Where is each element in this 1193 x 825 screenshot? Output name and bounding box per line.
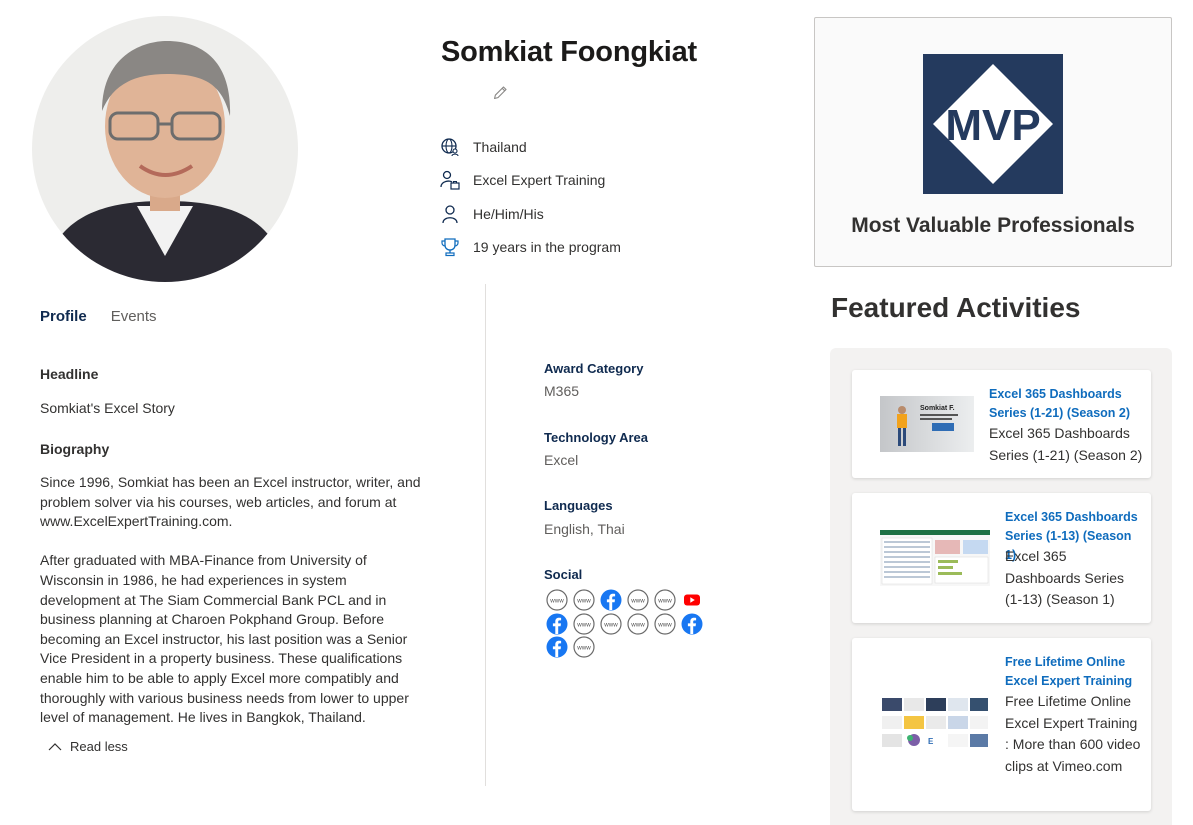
chevron-up-icon: [48, 742, 62, 750]
www-icon[interactable]: www: [654, 589, 676, 611]
fact-tenure: 19 years in the program: [440, 231, 621, 265]
mvp-card-title: Most Valuable Professionals: [851, 214, 1135, 237]
social-heading: Social: [544, 567, 583, 582]
fact-pronouns: He/Him/His: [440, 197, 621, 231]
fact-company: Excel Expert Training: [440, 164, 621, 198]
headline-heading: Headline: [40, 366, 99, 382]
mvp-logo-text: MVP: [945, 101, 1040, 150]
tenure-text: 19 years in the program: [473, 239, 621, 256]
profile-facts: Thailand Excel Expert Training He/Him/Hi…: [440, 130, 621, 264]
fact-country: Thailand: [440, 130, 621, 164]
languages-value: English, Thai: [544, 521, 625, 537]
person-briefcase-icon: [440, 170, 460, 190]
activity-card[interactable]: Excel 365 Dashboards Series (1-13) (Seas…: [852, 493, 1151, 623]
svg-text:www: www: [657, 597, 672, 604]
activity-link[interactable]: Excel 365 Dashboards Series (1-21) (Seas…: [989, 385, 1139, 423]
read-less-button[interactable]: Read less: [48, 739, 128, 754]
facebook-icon[interactable]: [546, 613, 568, 635]
country-text: Thailand: [473, 138, 527, 155]
svg-text:www: www: [657, 621, 672, 628]
technology-area-value: Excel: [544, 452, 579, 468]
biography-paragraph: Since 1996, Somkiat has been an Excel in…: [40, 474, 421, 530]
www-icon[interactable]: www: [546, 589, 568, 611]
pronouns-text: He/Him/His: [473, 205, 544, 222]
mvp-award-card: MVP Most Valuable Professionals: [814, 17, 1172, 267]
profile-tabs: Profile Events: [40, 308, 157, 325]
profile-name: Somkiat Foongkiat: [441, 36, 698, 68]
svg-text:www: www: [576, 597, 591, 604]
activity-thumbnail: [880, 530, 990, 586]
facebook-icon[interactable]: [681, 613, 703, 635]
award-category-value: M365: [544, 383, 580, 399]
www-icon[interactable]: www: [627, 589, 649, 611]
www-icon[interactable]: www: [573, 589, 595, 611]
www-icon[interactable]: www: [573, 636, 595, 658]
youtube-icon[interactable]: [681, 589, 703, 611]
thumbnail-caption: Somkiat F.: [920, 405, 955, 412]
activity-description: Excel 365 Dashboards Series (1-13) (Seas…: [1005, 548, 1125, 607]
tab-events[interactable]: Events: [111, 308, 157, 325]
svg-text:www: www: [630, 621, 645, 628]
activity-link[interactable]: Free Lifetime Online Excel Expert Traini…: [1005, 653, 1140, 691]
award-category-heading: Award Category: [544, 361, 644, 376]
www-icon[interactable]: www: [627, 612, 649, 635]
activity-card[interactable]: Somkiat F. Excel 365 Dashboards Series (…: [852, 370, 1151, 478]
svg-text:E: E: [928, 737, 934, 746]
column-divider: [485, 284, 486, 786]
facebook-icon[interactable]: [600, 589, 622, 611]
facebook-icon[interactable]: [546, 636, 568, 658]
languages-heading: Languages: [544, 498, 613, 513]
svg-text:www: www: [576, 621, 591, 628]
www-icon[interactable]: www: [600, 612, 622, 635]
person-icon: [440, 204, 460, 224]
activity-description: Excel 365 Dashboards Series (1-21) (Seas…: [989, 425, 1143, 463]
technology-area-heading: Technology Area: [544, 430, 649, 445]
svg-text:www: www: [576, 644, 591, 651]
biography-heading: Biography: [40, 441, 110, 457]
mvp-logo: MVP: [923, 54, 1063, 194]
biography-text: Since 1996, Somkiat has been an Excel in…: [40, 473, 430, 747]
activity-description: Free Lifetime Online Excel Expert Traini…: [1005, 693, 1141, 774]
featured-activities-panel: Somkiat F. Excel 365 Dashboards Series (…: [830, 348, 1172, 825]
www-icon[interactable]: www: [654, 612, 676, 635]
activity-thumbnail: Somkiat F.: [880, 396, 974, 452]
trophy-icon: [440, 237, 460, 257]
read-less-label: Read less: [70, 739, 128, 754]
company-text: Excel Expert Training: [473, 172, 606, 189]
social-links: www www www www www www www www www: [546, 589, 716, 660]
headline-value: Somkiat's Excel Story: [40, 400, 175, 416]
activity-card[interactable]: E Free Lifetime Online Excel Expert Trai…: [852, 638, 1151, 811]
profile-avatar: [32, 16, 298, 282]
tab-profile[interactable]: Profile: [40, 308, 87, 325]
activity-thumbnail: E: [880, 694, 990, 754]
edit-pencil-icon[interactable]: [492, 84, 509, 101]
svg-text:www: www: [630, 597, 645, 604]
www-icon[interactable]: www: [573, 612, 595, 635]
globe-person-icon: [440, 137, 460, 157]
biography-paragraph: After graduated with MBA-Finance from Un…: [40, 552, 409, 726]
svg-text:www: www: [549, 597, 564, 604]
svg-text:www: www: [603, 621, 618, 628]
featured-activities-title: Featured Activities: [831, 292, 1081, 323]
